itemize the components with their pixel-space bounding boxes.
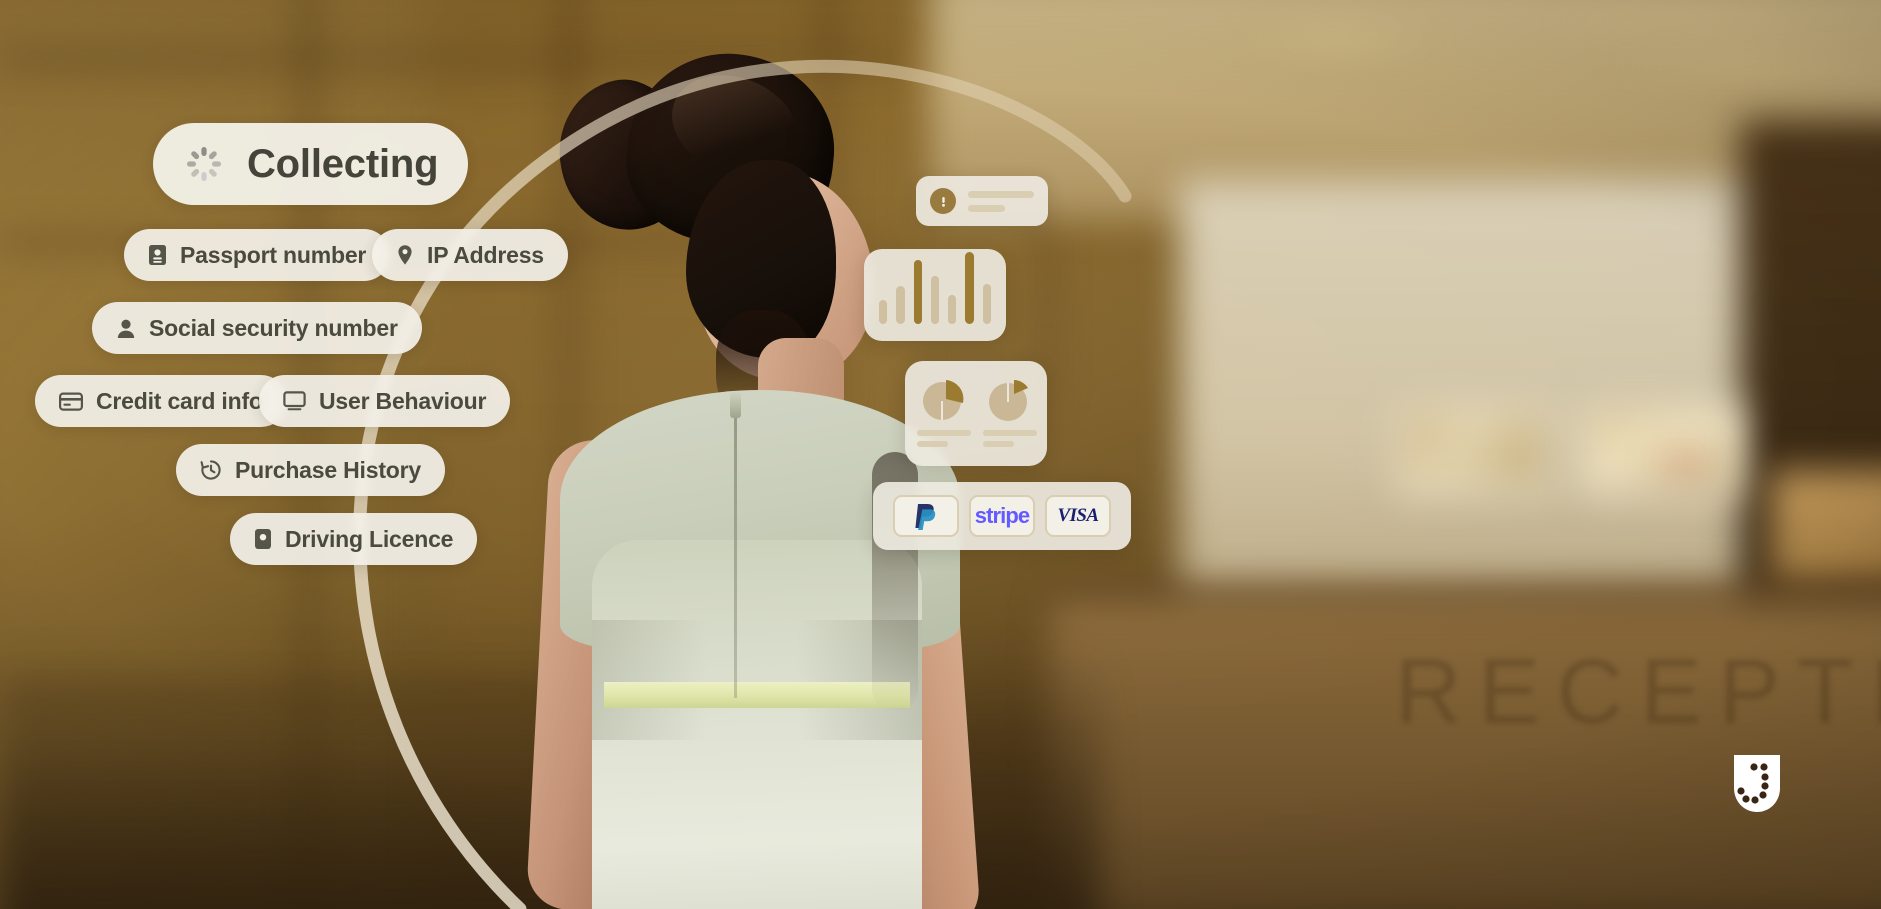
pie-chart-icon (989, 380, 1028, 421)
pie-legend (917, 430, 971, 447)
placeholder-bar (983, 430, 1037, 436)
subject-zipper-pull (730, 392, 741, 418)
chart-bar (982, 284, 991, 324)
credit-card-icon (59, 392, 83, 411)
data-pill-social-security-number[interactable]: Social security number (92, 302, 422, 354)
status-collecting-pill[interactable]: Collecting (153, 123, 469, 205)
placeholder-bar (968, 204, 1005, 212)
data-pill-label: Social security number (149, 314, 398, 341)
data-pill-label: IP Address (427, 241, 544, 268)
subject-dress-belt (604, 682, 910, 708)
placeholder-bar (917, 441, 949, 447)
chart-bar-highlighted (965, 252, 974, 324)
data-pill-label: Driving Licence (285, 525, 454, 552)
chart-bar (896, 286, 905, 324)
pie-chart-icon (923, 380, 964, 420)
person-icon (116, 318, 136, 339)
spinner-icon (183, 143, 225, 185)
status-collecting-label: Collecting (247, 141, 439, 186)
visa-icon: VISA (1057, 505, 1100, 526)
data-pill-label: Credit card info (96, 387, 263, 414)
scene-canvas: RECEPTION (0, 0, 1881, 909)
data-pill-purchase-history[interactable]: Purchase History (176, 444, 445, 496)
history-clock-icon (200, 459, 222, 481)
widget-pie-charts[interactable] (905, 361, 1047, 466)
payment-tile-paypal[interactable] (893, 495, 959, 537)
pie-legend (983, 430, 1037, 447)
chart-bar (930, 276, 940, 324)
subject-dress-zipper (734, 398, 737, 698)
widget-bar-chart[interactable] (864, 249, 1006, 341)
data-pill-label: Purchase History (235, 456, 421, 483)
paypal-icon (915, 504, 936, 530)
data-pill-passport-number[interactable]: Passport number (124, 229, 391, 281)
pie-chart-cell (983, 375, 1037, 452)
location-pin-icon (396, 244, 414, 266)
shield-j-logo[interactable] (1731, 752, 1783, 816)
placeholder-bar (917, 430, 971, 436)
widget-payment-methods[interactable]: stripe VISA (873, 482, 1131, 550)
licence-card-icon (254, 528, 272, 550)
chart-bar (948, 295, 957, 324)
data-pill-credit-card-info[interactable]: Credit card info (35, 375, 287, 427)
id-card-icon (148, 244, 167, 266)
payment-tile-stripe[interactable]: stripe (969, 495, 1035, 537)
stripe-icon: stripe (974, 503, 1030, 528)
alert-exclamation-icon (930, 188, 956, 214)
data-pill-label: Passport number (180, 241, 367, 268)
data-pill-user-behaviour[interactable]: User Behaviour (259, 375, 511, 427)
alert-placeholder-lines (968, 190, 1034, 212)
placeholder-bar (968, 190, 1034, 198)
chart-bar (879, 300, 888, 324)
pie-chart-cell (917, 375, 971, 452)
payment-tile-visa[interactable]: VISA (1045, 495, 1111, 537)
placeholder-bar (983, 441, 1015, 447)
data-pill-driving-licence[interactable]: Driving Licence (230, 513, 478, 565)
chart-bar-highlighted (913, 260, 922, 324)
monitor-icon (283, 391, 306, 411)
data-pill-label: User Behaviour (319, 387, 487, 414)
data-pill-ip-address[interactable]: IP Address (372, 229, 568, 281)
widget-alert-card[interactable] (916, 176, 1048, 226)
